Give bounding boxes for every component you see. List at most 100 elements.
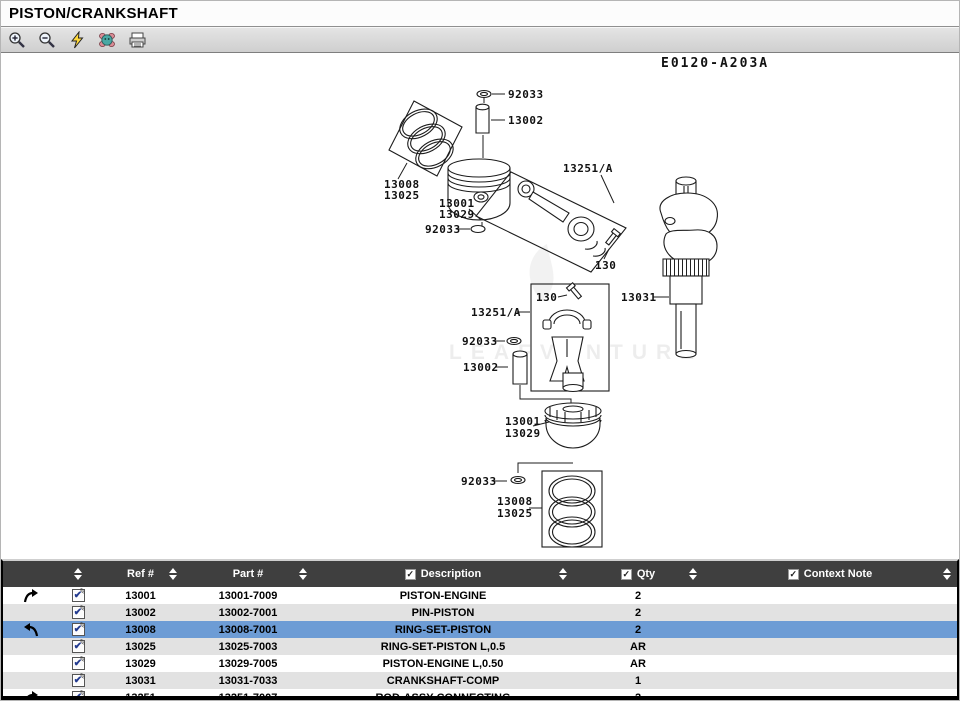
- description-cell[interactable]: RING-SET-PISTON: [313, 624, 573, 636]
- table-row[interactable]: ✔✎ 13001 13001-7009 PISTON-ENGINE 2: [3, 587, 957, 604]
- context-note-column-checkbox[interactable]: ✓: [788, 569, 799, 580]
- header-qty[interactable]: ✓ Qty: [573, 561, 703, 587]
- callout-clip-mid[interactable]: 92033: [462, 335, 498, 348]
- header-ref-label: Ref #: [127, 568, 154, 580]
- callout-rod-top[interactable]: 13251/A: [563, 162, 613, 175]
- part-cell[interactable]: 13025-7003: [183, 641, 313, 653]
- part-cell[interactable]: 13029-7005: [183, 658, 313, 670]
- note-pencil-glyph: ✎: [78, 620, 86, 630]
- note-pencil-glyph: ✎: [78, 637, 86, 647]
- header-description-label: Description: [421, 568, 482, 580]
- jump-back-arrow-icon[interactable]: [23, 623, 39, 637]
- bear-tool-button[interactable]: [95, 29, 119, 51]
- header-part-label: Part #: [233, 568, 264, 580]
- sort-toggle[interactable]: [689, 568, 697, 580]
- description-column-checkbox[interactable]: ✓: [405, 569, 416, 580]
- qty-column-checkbox[interactable]: ✓: [621, 569, 632, 580]
- bear-tool-icon: [98, 31, 116, 49]
- table-row[interactable]: ✔✎ 13002 13002-7001 PIN-PISTON 2: [3, 604, 957, 621]
- header-arrow-col: [3, 561, 58, 587]
- description-cell[interactable]: CRANKSHAFT-COMP: [313, 675, 573, 687]
- ref-cell[interactable]: 13031: [98, 675, 183, 687]
- zoom-out-button[interactable]: [35, 29, 59, 51]
- jump-forward-arrow-icon[interactable]: [23, 589, 39, 603]
- exploded-diagram: LEAFVENTURE E0120-A203A 92033 13002: [1, 53, 959, 559]
- ring-set-box-bottom: [542, 471, 602, 547]
- notes-checklist-icon[interactable]: ✔✎: [72, 589, 85, 602]
- part-cell[interactable]: 13002-7001: [183, 607, 313, 619]
- header-context-note[interactable]: ✓ Context Note: [703, 561, 957, 587]
- hotspot-toggle-button[interactable]: [65, 29, 89, 51]
- ref-cell[interactable]: 13002: [98, 607, 183, 619]
- header-part[interactable]: Part #: [183, 561, 313, 587]
- qty-cell: 2: [573, 624, 703, 636]
- ring-set-art-top: [395, 103, 458, 175]
- description-cell[interactable]: PISTON-ENGINE: [313, 590, 573, 602]
- toolbar: [1, 27, 959, 53]
- part-cell[interactable]: 13031-7033: [183, 675, 313, 687]
- description-cell[interactable]: PISTON-ENGINE L,0.50: [313, 658, 573, 670]
- note-pencil-glyph: ✎: [78, 654, 86, 664]
- clip-art-4: [511, 477, 525, 484]
- note-pencil-glyph: ✎: [78, 586, 86, 596]
- lightning-hotspot-icon: [69, 31, 85, 49]
- sort-toggle[interactable]: [943, 568, 951, 580]
- notes-checklist-icon[interactable]: ✔✎: [72, 606, 85, 619]
- clip-art: [477, 91, 491, 98]
- ref-cell[interactable]: 13029: [98, 658, 183, 670]
- ref-cell[interactable]: 13025: [98, 641, 183, 653]
- callout-bolt-mid[interactable]: 130: [536, 291, 557, 304]
- parts-catalog-window: PISTON/CRANKSHAFT: [0, 0, 960, 701]
- table-row[interactable]: ✔✎ 13029 13029-7005 PISTON-ENGINE L,0.50…: [3, 655, 957, 672]
- parts-table: Ref # Part # ✓ Description ✓ Qty ✓ Conte…: [1, 559, 959, 701]
- callout-clip-bot[interactable]: 92033: [461, 475, 497, 488]
- header-icon-col: [58, 561, 98, 587]
- pin-art: [476, 107, 489, 133]
- qty-cell: 2: [573, 590, 703, 602]
- header-ref[interactable]: Ref #: [98, 561, 183, 587]
- callout-rod-mid[interactable]: 13251/A: [471, 306, 521, 319]
- table-row[interactable]: ✔✎ 13025 13025-7003 RING-SET-PISTON L,0.…: [3, 638, 957, 655]
- callout-crankshaft[interactable]: 13031: [621, 291, 657, 304]
- part-cell[interactable]: 13001-7009: [183, 590, 313, 602]
- callout-piston-bot-b[interactable]: 13029: [505, 427, 541, 440]
- table-row[interactable]: ✔✎ 13031 13031-7033 CRANKSHAFT-COMP 1: [3, 672, 957, 689]
- table-row-selected[interactable]: ✔✎ 13008 13008-7001 RING-SET-PISTON 2: [3, 621, 957, 638]
- piston-art-bottom: [545, 403, 601, 448]
- ref-cell[interactable]: 13008: [98, 624, 183, 636]
- clip-art-2: [471, 226, 485, 233]
- rod-art-top: [518, 181, 620, 256]
- note-pencil-glyph: ✎: [78, 603, 86, 613]
- callout-rings-top-b[interactable]: 13025: [384, 189, 420, 202]
- pin-art-2: [513, 354, 527, 384]
- notes-checklist-icon[interactable]: ✔✎: [72, 623, 85, 636]
- notes-checklist-icon[interactable]: ✔✎: [72, 657, 85, 670]
- table-header: Ref # Part # ✓ Description ✓ Qty ✓ Conte…: [3, 561, 957, 587]
- header-context-note-label: Context Note: [804, 568, 872, 580]
- description-cell[interactable]: RING-SET-PISTON L,0.5: [313, 641, 573, 653]
- print-button[interactable]: [125, 29, 149, 51]
- rod-box-top: [476, 172, 626, 272]
- ring-set-art-bottom: [549, 476, 595, 547]
- callout-rings-bot-b[interactable]: 13025: [497, 507, 533, 520]
- notes-checklist-icon[interactable]: ✔✎: [72, 674, 85, 687]
- qty-cell: AR: [573, 641, 703, 653]
- ref-cell[interactable]: 13001: [98, 590, 183, 602]
- part-cell[interactable]: 13008-7001: [183, 624, 313, 636]
- callout-piston-top-b[interactable]: 13029: [439, 208, 475, 221]
- sort-toggle[interactable]: [299, 568, 307, 580]
- description-cell[interactable]: PIN-PISTON: [313, 607, 573, 619]
- sort-toggle[interactable]: [169, 568, 177, 580]
- callout-clip-under-piston[interactable]: 92033: [425, 223, 461, 236]
- clip-art-3: [507, 338, 521, 345]
- callout-clip-top[interactable]: 92033: [508, 88, 544, 101]
- sort-toggle[interactable]: [74, 568, 82, 580]
- callout-pin-mid[interactable]: 13002: [463, 361, 499, 374]
- callout-bolt-top[interactable]: 130: [595, 259, 616, 272]
- zoom-in-button[interactable]: [5, 29, 29, 51]
- sort-toggle[interactable]: [559, 568, 567, 580]
- callout-pin-top[interactable]: 13002: [508, 114, 544, 127]
- qty-cell: 1: [573, 675, 703, 687]
- notes-checklist-icon[interactable]: ✔✎: [72, 640, 85, 653]
- header-description[interactable]: ✓ Description: [313, 561, 573, 587]
